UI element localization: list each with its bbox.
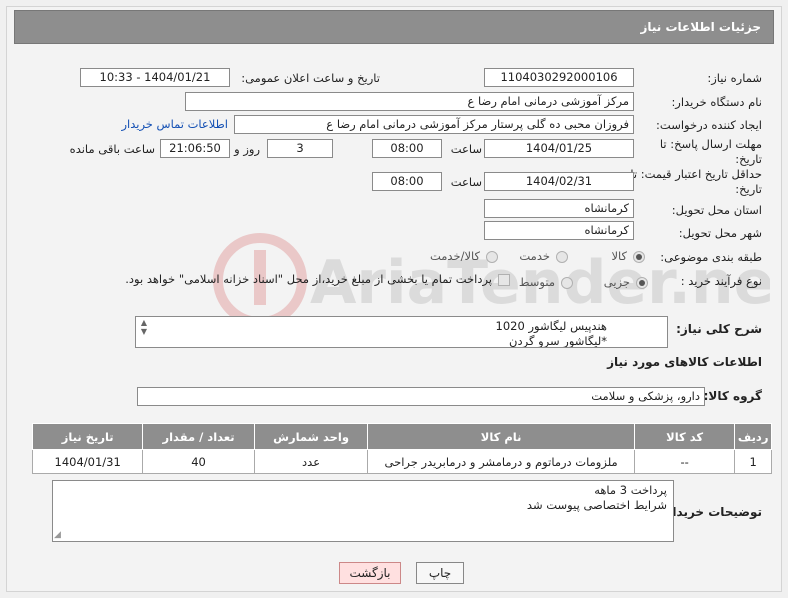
buyer-org-label: نام دستگاه خریدار: [671, 95, 762, 109]
requester-field: فروزان محبی ده گلی پرستار مرکز آموزشی در… [234, 115, 634, 134]
remaining-time-field: 21:06:50 [160, 139, 230, 158]
delivery-province-label: استان محل تحویل: [671, 203, 762, 217]
reply-deadline-time: 08:00 [372, 139, 442, 158]
checkbox-icon [498, 273, 510, 286]
process-label: نوع فرآیند خرید : [680, 274, 762, 288]
radio-icon [561, 276, 573, 289]
page-title: جزئیات اطلاعات نیاز [14, 10, 774, 44]
goods-group-label: گروه کالا: [703, 389, 762, 403]
items-table: ردیف کد کالا نام کالا واحد شمارش تعداد /… [31, 423, 772, 474]
category-option-goods[interactable]: کالا [611, 249, 645, 263]
treasury-payment-option[interactable]: پرداخت تمام یا بخشی از مبلغ خرید،از محل … [125, 272, 510, 286]
requester-label: ایجاد کننده درخواست: [656, 118, 762, 132]
cell-code: -- [633, 449, 736, 474]
process-option-minor[interactable]: جزیی [604, 275, 648, 289]
summary-label: شرح کلی نیاز: [676, 322, 762, 336]
buyer-notes-label: توضیحات خریدار: [660, 505, 762, 519]
cell-name: ملزومات درماتوم و درمامشر و درمابریدر جر… [367, 449, 635, 474]
cell-unit: عدد [253, 449, 369, 474]
buyer-notes-textarea[interactable]: پرداخت 3 ماهه شرایط اختصاصی پیوست شد [52, 480, 674, 542]
col-header-name: نام کالا [367, 423, 635, 450]
col-header-date: تاریخ نیاز [31, 423, 144, 450]
table-row: 1 -- ملزومات درماتوم و درمامشر و درمابری… [31, 449, 772, 474]
summary-textarea[interactable]: هندپیس لیگاشور 1020 *لیگاشور سرو گردن [135, 316, 668, 348]
radio-selected-icon [636, 276, 648, 289]
price-validity-time: 08:00 [372, 172, 442, 191]
need-number-field: 1104030292000106 [484, 68, 634, 87]
buyer-contact-link[interactable]: اطلاعات تماس خریدار [121, 117, 228, 131]
radio-icon [556, 250, 568, 263]
announce-datetime-label: تاریخ و ساعت اعلان عمومی: [241, 71, 380, 85]
delivery-province-field: کرمانشاه [484, 199, 634, 218]
radio-icon [486, 250, 498, 263]
announce-datetime-field: 1404/01/21 - 10:33 [80, 68, 230, 87]
goods-group-field: دارو، پزشکی و سلامت [137, 387, 705, 406]
cell-date: 1404/01/31 [31, 449, 144, 474]
price-validity-date: 1404/02/31 [484, 172, 634, 191]
summary-scroll-arrows[interactable]: ▲ ▼ [138, 318, 150, 336]
scroll-up-icon[interactable]: ▲ [141, 318, 147, 327]
print-button[interactable]: چاپ [416, 562, 464, 584]
category-option-goods-service[interactable]: کالا/خدمت [430, 249, 498, 263]
table-header-row: ردیف کد کالا نام کالا واحد شمارش تعداد /… [31, 423, 772, 450]
delivery-city-label: شهر محل تحویل: [678, 226, 762, 240]
reply-deadline-label: مهلت ارسال پاسخ: تا تاریخ: [659, 137, 762, 166]
price-validity-label: حداقل تاریخ اعتبار قیمت: تا تاریخ: [630, 167, 762, 196]
col-header-unit: واحد شمارش [253, 423, 369, 450]
process-option-medium[interactable]: متوسط [519, 275, 573, 289]
back-button[interactable]: بازگشت [339, 562, 401, 584]
scroll-down-icon[interactable]: ▼ [141, 327, 147, 336]
cell-qty: 40 [142, 449, 255, 474]
need-number-label: شماره نیاز: [707, 71, 762, 85]
buyer-org-field: مرکز آموزشی درمانی امام رضا ع [185, 92, 634, 111]
category-label: طبقه بندی موضوعی: [660, 250, 762, 264]
reply-days-label: روز و [234, 142, 260, 156]
reply-deadline-date: 1404/01/25 [484, 139, 634, 158]
col-header-row-num: ردیف [734, 423, 772, 450]
reply-days-field: 3 [267, 139, 333, 158]
radio-selected-icon [633, 250, 645, 263]
price-validity-time-label: ساعت [450, 175, 482, 189]
col-header-code: کد کالا [633, 423, 736, 450]
goods-section-title: اطلاعات کالاهای مورد نیاز [607, 355, 762, 369]
category-option-service[interactable]: خدمت [519, 249, 568, 263]
delivery-city-field: کرمانشاه [484, 221, 634, 240]
resize-grip-icon[interactable]: ◢ [54, 531, 63, 540]
remaining-time-label: ساعت باقی مانده [69, 142, 155, 156]
cell-row-num: 1 [734, 449, 772, 474]
reply-deadline-time-label: ساعت [450, 142, 482, 156]
col-header-qty: تعداد / مقدار [142, 423, 255, 450]
